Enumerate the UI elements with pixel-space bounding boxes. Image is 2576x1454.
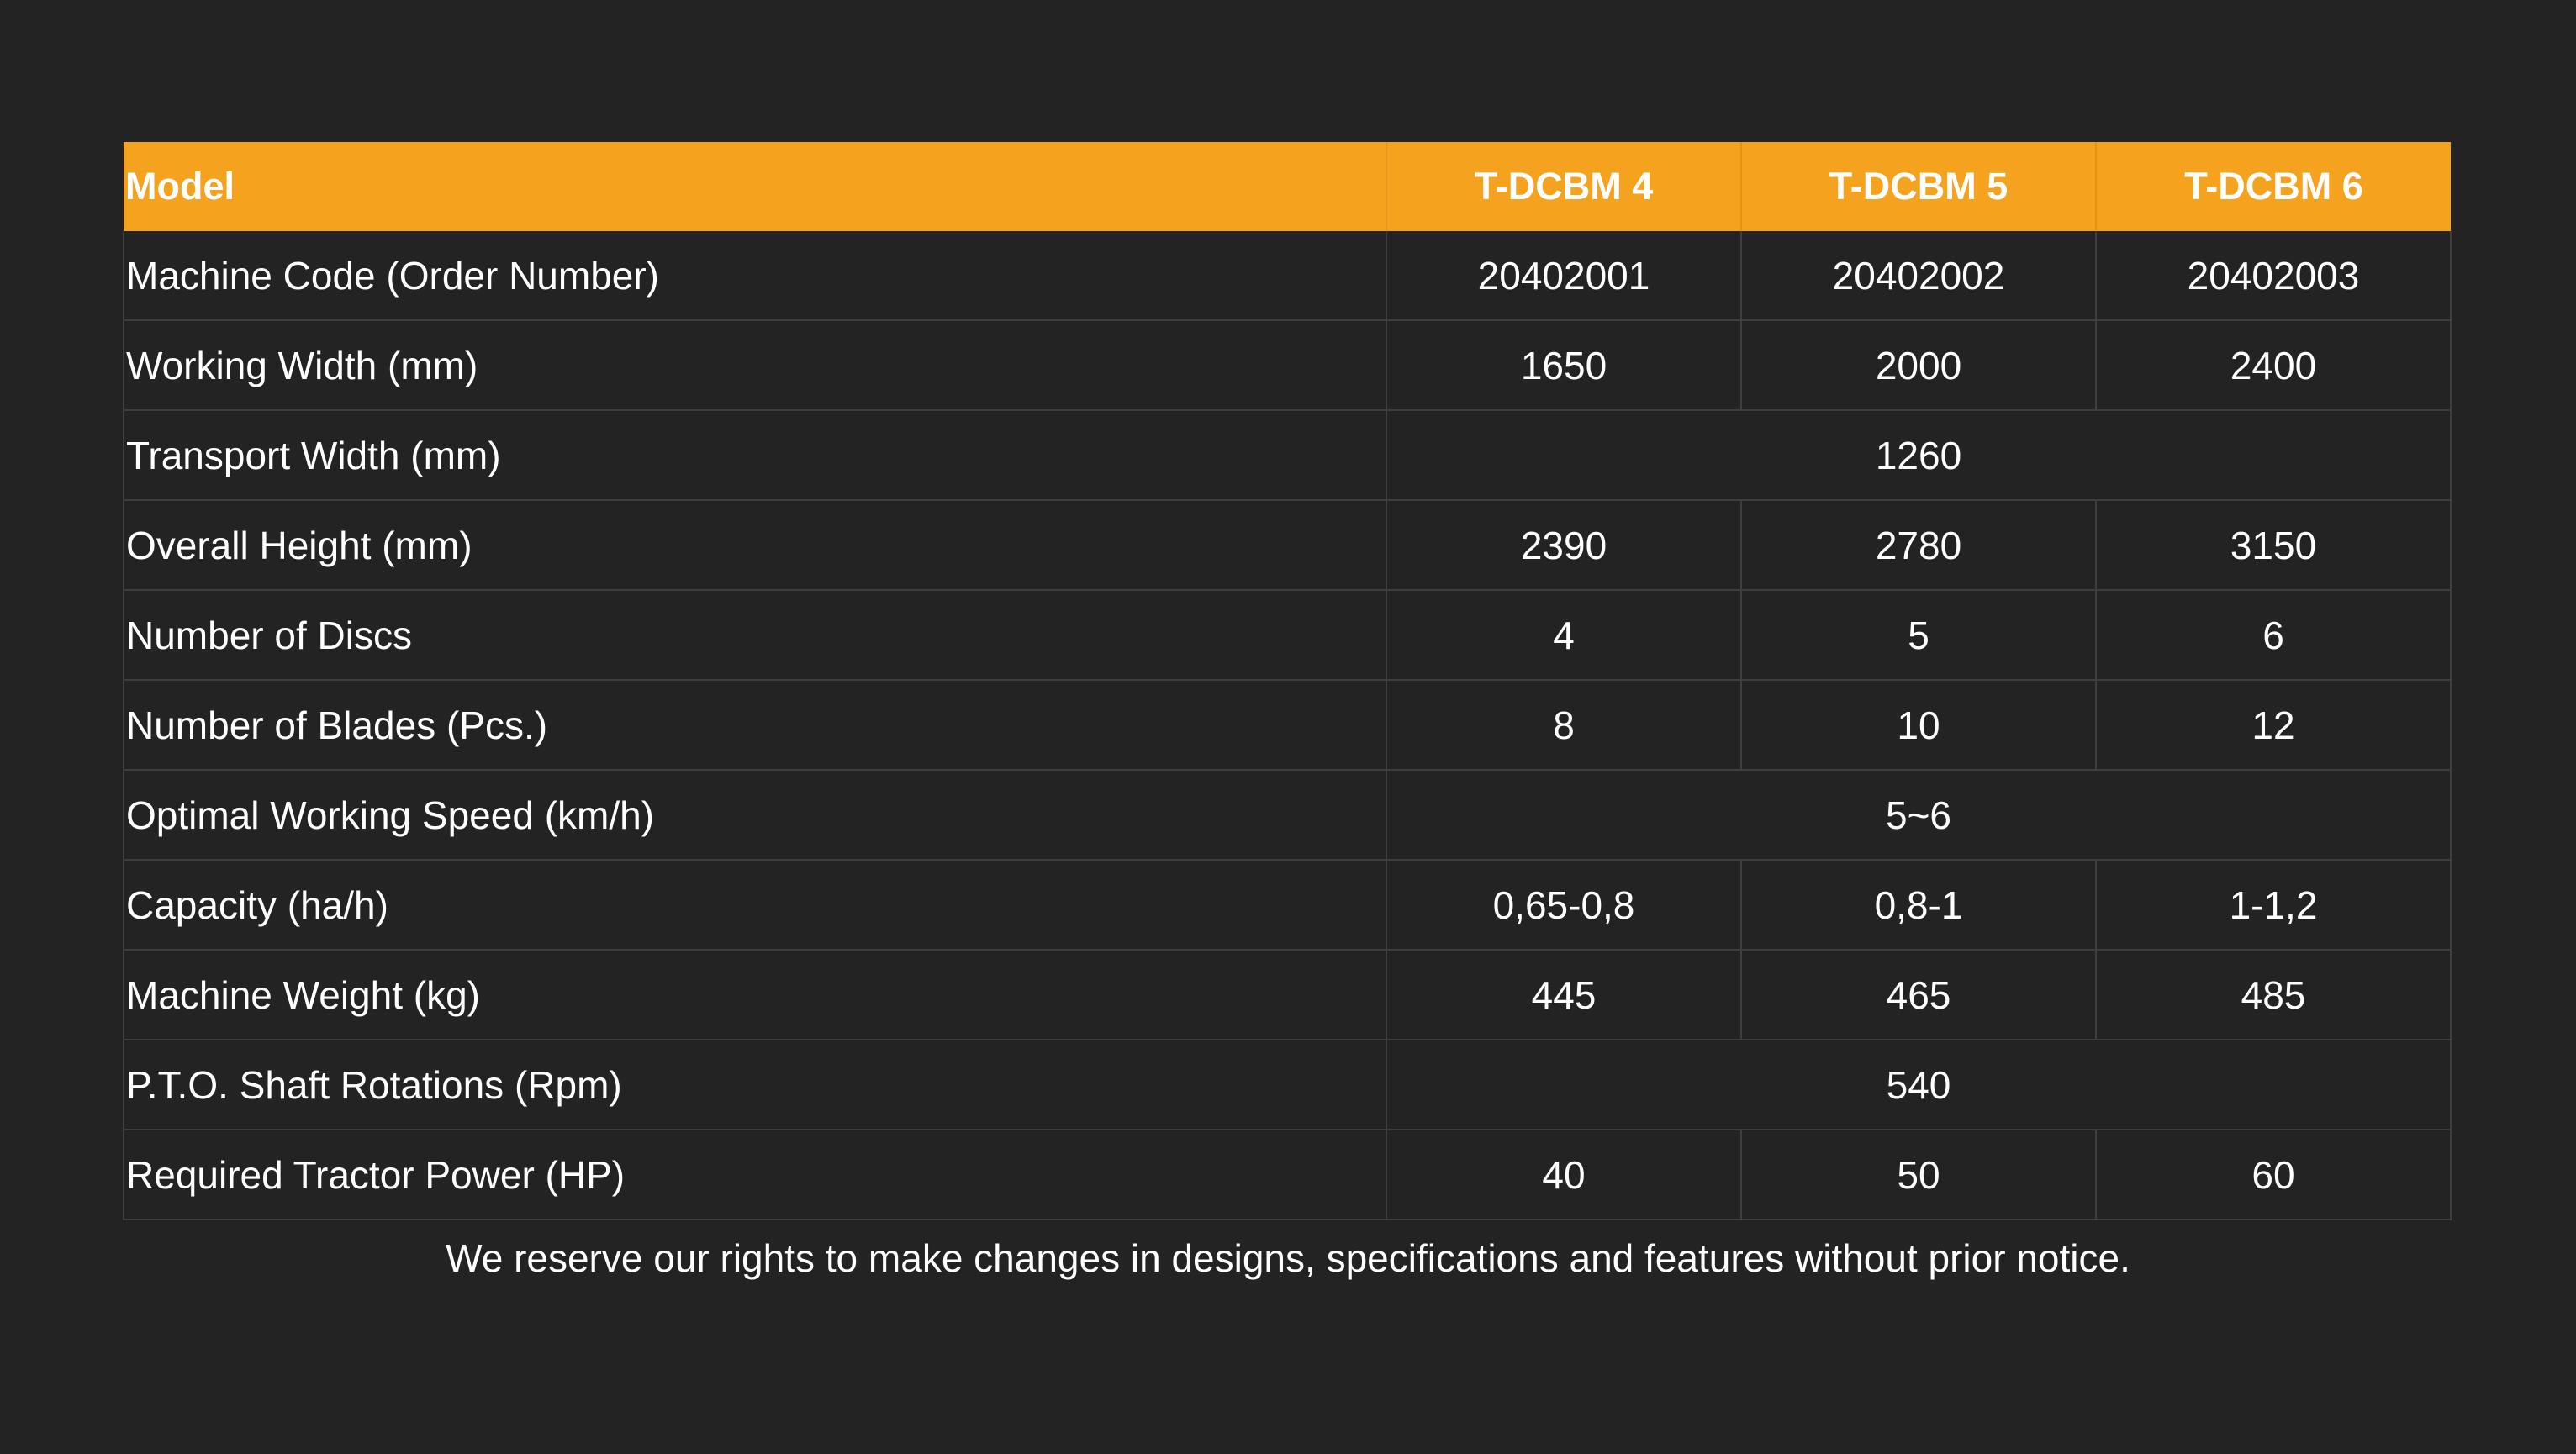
cell-value: 2400 (2096, 320, 2452, 411)
row-label: Working Width (mm) (123, 320, 1387, 411)
cell-value: 3150 (2096, 500, 2452, 591)
cell-value: 6 (2096, 590, 2452, 681)
cell-value: 10 (1741, 680, 2097, 771)
cell-value: 20402001 (1386, 231, 1742, 321)
cell-value: 0,8-1 (1741, 860, 2097, 951)
disclaimer-notice: We reserve our rights to make changes in… (446, 1236, 2130, 1280)
cell-value: 445 (1386, 950, 1742, 1040)
cell-value: 2390 (1386, 500, 1742, 591)
cell-value: 40 (1386, 1130, 1742, 1220)
row-label: Optimal Working Speed (km/h) (123, 770, 1387, 861)
cell-value: 12 (2096, 680, 2452, 771)
row-label: Machine Code (Order Number) (123, 231, 1387, 321)
table-row: P.T.O. Shaft Rotations (Rpm) 540 (123, 1040, 2452, 1130)
cell-value: 0,65-0,8 (1386, 860, 1742, 951)
header-model-t-dcbm-5: T-DCBM 5 (1741, 142, 2097, 231)
header-model-t-dcbm-4: T-DCBM 4 (1386, 142, 1742, 231)
table-row: Required Tractor Power (HP) 40 50 60 (123, 1130, 2452, 1220)
cell-shared-value: 1260 (1386, 410, 2452, 501)
row-label: Required Tractor Power (HP) (123, 1130, 1387, 1220)
row-label: Machine Weight (kg) (123, 950, 1387, 1040)
cell-value: 20402003 (2096, 231, 2452, 321)
cell-shared-value: 5~6 (1386, 770, 2452, 861)
row-label: P.T.O. Shaft Rotations (Rpm) (123, 1040, 1387, 1130)
cell-value: 465 (1741, 950, 2097, 1040)
cell-value: 1650 (1386, 320, 1742, 411)
cell-value: 2780 (1741, 500, 2097, 591)
spec-table: Model T-DCBM 4 T-DCBM 5 T-DCBM 6 Machine… (123, 142, 2452, 1220)
row-label: Overall Height (mm) (123, 500, 1387, 591)
table-row: Overall Height (mm) 2390 2780 3150 (123, 500, 2452, 591)
cell-value: 5 (1741, 590, 2097, 681)
cell-value: 1-1,2 (2096, 860, 2452, 951)
table-row: Number of Discs 4 5 6 (123, 590, 2452, 681)
cell-shared-value: 540 (1386, 1040, 2452, 1130)
cell-value: 20402002 (1741, 231, 2097, 321)
cell-value: 4 (1386, 590, 1742, 681)
table-row: Machine Code (Order Number) 20402001 204… (123, 231, 2452, 321)
table-row: Transport Width (mm) 1260 (123, 410, 2452, 501)
cell-value: 8 (1386, 680, 1742, 771)
cell-value: 50 (1741, 1130, 2097, 1220)
cell-value: 485 (2096, 950, 2452, 1040)
row-label: Number of Blades (Pcs.) (123, 680, 1387, 771)
table-row: Machine Weight (kg) 445 465 485 (123, 950, 2452, 1040)
table-row: Working Width (mm) 1650 2000 2400 (123, 320, 2452, 411)
row-label: Transport Width (mm) (123, 410, 1387, 501)
table-row: Capacity (ha/h) 0,65-0,8 0,8-1 1-1,2 (123, 860, 2452, 951)
header-model-t-dcbm-6: T-DCBM 6 (2096, 142, 2451, 231)
row-label: Number of Discs (123, 590, 1387, 681)
row-label: Capacity (ha/h) (123, 860, 1387, 951)
cell-value: 2000 (1741, 320, 2097, 411)
cell-value: 60 (2096, 1130, 2452, 1220)
table-header-row: Model T-DCBM 4 T-DCBM 5 T-DCBM 6 (124, 142, 2451, 231)
header-model-label: Model (124, 142, 1387, 231)
table-row: Optimal Working Speed (km/h) 5~6 (123, 770, 2452, 861)
table-row: Number of Blades (Pcs.) 8 10 12 (123, 680, 2452, 771)
